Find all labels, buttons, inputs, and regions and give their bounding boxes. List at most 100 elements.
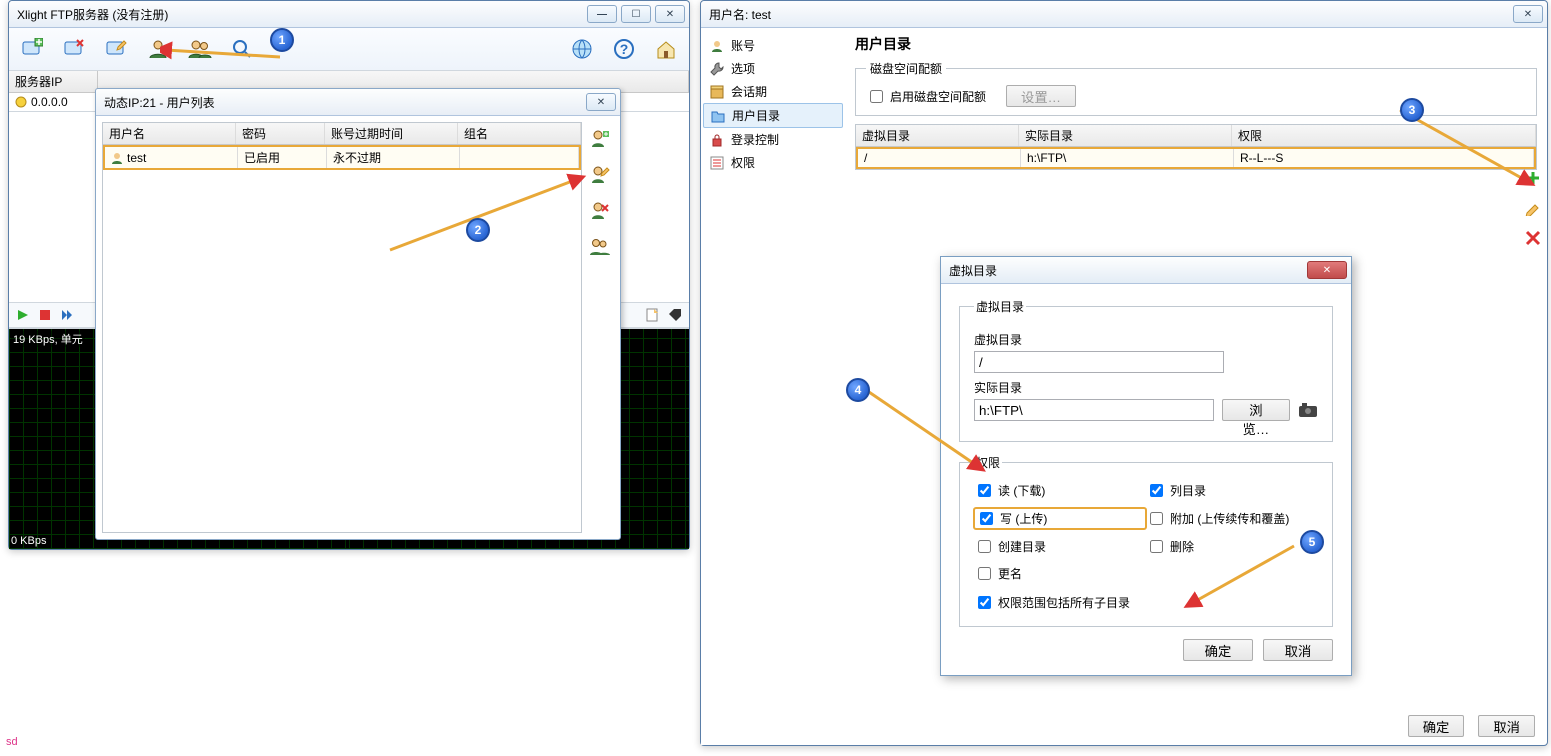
home-icon [655,38,677,60]
col-perm: 权限 [1232,125,1536,146]
edit-user-button[interactable] [589,164,611,186]
quota-enable-input[interactable] [870,90,883,103]
cell-perm: R--L---S [1234,149,1534,167]
col-expire: 账号过期时间 [325,123,458,144]
perm-write[interactable]: 写 (上传) [974,508,1146,529]
edit-server-button[interactable] [99,32,133,66]
globe-button[interactable] [565,32,599,66]
sidebar-label-sessions: 会话期 [731,83,767,100]
play-button[interactable] [15,307,31,323]
quota-legend: 磁盘空间配额 [866,60,946,77]
graph-top-label: 19 KBps, 单元 [11,331,85,347]
add-server-button[interactable] [15,32,49,66]
cell-rpath: h:\FTP\ [1021,149,1234,167]
delete-user-button[interactable] [589,200,611,222]
sidebar-label-options: 选项 [731,60,755,77]
perm-recurse[interactable]: 权限范围包括所有子目录 [974,593,1318,612]
userlist-table: 用户名 密码 账号过期时间 组名 test 已启用 永不过期 [102,122,582,533]
quota-enable-label: 启用磁盘空间配额 [890,88,986,105]
user-button[interactable] [141,32,175,66]
sidebar-item-account[interactable]: 账号 [703,34,843,57]
sidebar-item-sessions[interactable]: 会话期 [703,80,843,103]
tag-button[interactable] [667,307,683,323]
wrench-icon [709,61,725,77]
row-group [460,147,579,168]
vdlg-ok-button[interactable]: 确定 [1183,639,1253,661]
col-group: 组名 [458,123,581,144]
bulb-icon [15,96,27,108]
row-expire: 永不过期 [327,147,460,168]
add-user-button[interactable] [589,128,611,150]
server-pencil-icon [105,38,127,60]
perm-rename[interactable]: 更名 [974,564,1146,583]
server-x-icon [63,38,85,60]
delete-dir-button[interactable] [1523,228,1543,248]
watermark: sd [6,736,18,748]
home-button[interactable] [649,32,683,66]
vdlg-title: 虚拟目录 [949,262,1307,279]
vdlg-cancel-button[interactable]: 取消 [1263,639,1333,661]
main-titlebar: Xlight FTP服务器 (没有注册) [9,1,689,28]
globe-icon [571,38,593,60]
settings-sidebar: 账号 选项 会话期 用户目录 登录控制 权限 [701,28,845,745]
row-username: test [127,151,146,165]
row-password: 已启用 [238,147,327,168]
users-icon [188,38,212,60]
sidebar-item-perm[interactable]: 权限 [703,151,843,174]
perm-delete[interactable]: 删除 [1146,537,1318,556]
userprops-close-button[interactable] [1513,5,1543,23]
forward-button[interactable] [59,307,75,323]
copy-user-button[interactable] [589,236,611,258]
col-password: 密码 [236,123,325,144]
stop-button[interactable] [37,307,53,323]
perm-list[interactable]: 列目录 [1146,481,1318,500]
help-button[interactable]: ? [607,32,641,66]
close-button[interactable] [655,5,685,23]
dir-row[interactable]: / h:\FTP\ R--L---S [856,147,1536,169]
vdlg-close-button[interactable] [1307,261,1347,279]
perm-append[interactable]: 附加 (上传续传和覆盖) [1146,508,1318,529]
perm-read[interactable]: 读 (下载) [974,481,1146,500]
search-button[interactable] [225,32,259,66]
add-dir-button[interactable] [1523,168,1543,188]
camera-icon[interactable] [1298,402,1318,418]
panel-title: 用户目录 [855,34,1537,54]
browse-button[interactable]: 浏览… [1222,399,1290,421]
server-ip-header: 服务器IP [9,71,98,92]
quota-settings-button[interactable]: 设置… [1006,85,1076,107]
max-button[interactable] [621,5,651,23]
sidebar-item-userdir[interactable]: 用户目录 [703,103,843,128]
userprops-cancel-button[interactable]: 取消 [1478,715,1535,737]
lock-icon [709,132,725,148]
min-button[interactable] [587,5,617,23]
dir-tools [1523,168,1543,248]
note-button[interactable] [645,307,661,323]
server-plus-icon [21,38,43,60]
edit-dir-button[interactable] [1523,198,1543,218]
userlist-sidebar [586,122,614,533]
quota-fieldset: 磁盘空间配额 启用磁盘空间配额 设置… [855,60,1537,116]
user-list-dialog: 动态IP:21 - 用户列表 用户名 密码 账号过期时间 组名 test 已启用… [95,88,621,540]
search-icon [231,38,253,60]
perm-fieldset: 权限 读 (下载) 列目录 写 (上传) 附加 (上传续传和覆盖) 创建目录 删… [959,454,1333,627]
userlist-close-button[interactable] [586,93,616,111]
perm-legend: 权限 [974,454,1002,471]
sidebar-item-options[interactable]: 选项 [703,57,843,80]
rpath-input[interactable] [974,399,1214,421]
col-vpath: 虚拟目录 [856,125,1019,146]
quota-enable-checkbox[interactable]: 启用磁盘空间配额 [866,87,986,106]
user-small-icon [111,152,123,164]
perm-mkdir[interactable]: 创建目录 [974,537,1146,556]
sidebar-item-login[interactable]: 登录控制 [703,128,843,151]
remove-server-button[interactable] [57,32,91,66]
col-rpath: 实际目录 [1019,125,1232,146]
checklist-icon [709,155,725,171]
userprops-ok-button[interactable]: 确定 [1408,715,1465,737]
sidebar-label-perm: 权限 [731,154,755,171]
userlist-titlebar: 动态IP:21 - 用户列表 [96,89,620,116]
vpath-input[interactable] [974,351,1224,373]
users-button[interactable] [183,32,217,66]
user-icon [147,38,169,60]
userprops-titlebar: 用户名: test [701,1,1547,28]
user-row[interactable]: test 已启用 永不过期 [103,145,581,170]
